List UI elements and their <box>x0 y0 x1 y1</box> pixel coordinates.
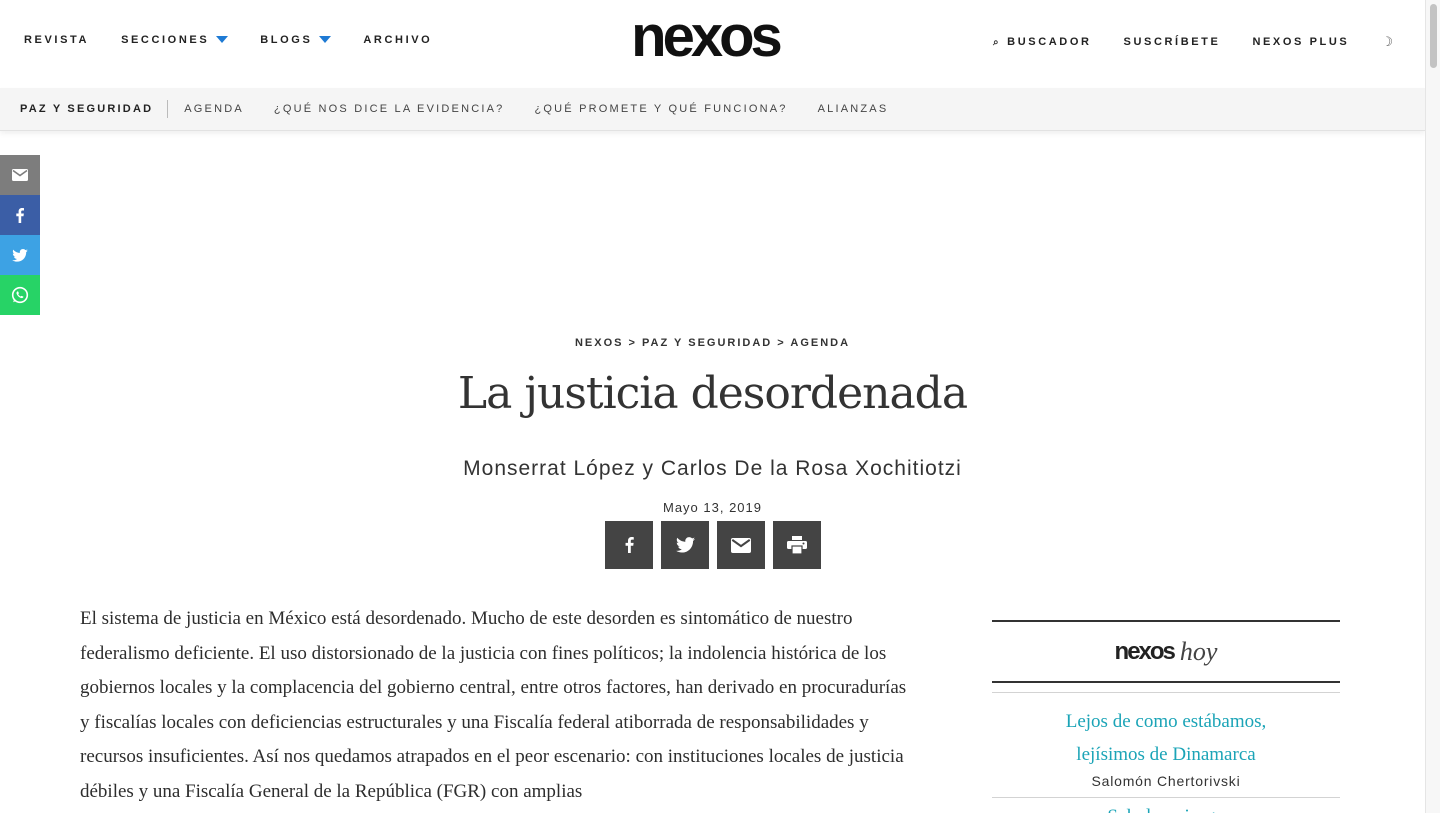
float-share-email-button[interactable] <box>0 155 40 195</box>
sidebar-article[interactable]: Lejos de como estábamos, lejísimos de Di… <box>992 692 1340 797</box>
breadcrumb[interactable]: NEXOS > PAZ Y SEGURIDAD > AGENDA <box>0 337 1425 349</box>
section-subnav: PAZ Y SEGURIDAD AGENDA ¿QUÉ NOS DICE LA … <box>0 88 1425 131</box>
print-icon <box>787 536 807 554</box>
share-twitter-button[interactable] <box>661 521 709 569</box>
subnav-item-alianzas[interactable]: ALIANZAS <box>818 103 889 115</box>
site-logo[interactable]: nexos <box>617 8 793 66</box>
float-share-twitter-button[interactable] <box>0 235 40 275</box>
float-share-facebook-button[interactable] <box>0 195 40 235</box>
utility-nav: ⌕ BUSCADOR SUSCRÍBETE NEXOS PLUS ☽ <box>961 34 1393 50</box>
nav-revista[interactable]: REVISTA <box>24 34 89 46</box>
nav-blogs[interactable]: BLOGS <box>260 34 332 46</box>
caret-down-icon <box>319 36 332 43</box>
search-label: BUSCADOR <box>1007 36 1092 48</box>
subnav-item-evidencia[interactable]: ¿QUÉ NOS DICE LA EVIDENCIA? <box>274 103 505 115</box>
sidebar-logo: nexos <box>1114 637 1176 665</box>
float-share-whatsapp-button[interactable] <box>0 275 40 315</box>
caret-down-icon <box>216 36 229 43</box>
subnav-section-title[interactable]: PAZ Y SEGURIDAD <box>20 100 169 118</box>
subscribe-link[interactable]: SUSCRÍBETE <box>1124 36 1221 48</box>
page-scrollbar[interactable] <box>1425 0 1440 813</box>
sidebar-article-author[interactable]: Salomón Chertorivski <box>992 773 1340 789</box>
moon-icon[interactable]: ☽ <box>1381 34 1393 50</box>
nexos-plus-label: NEXOS PLUS <box>1252 36 1350 48</box>
facebook-icon <box>16 207 24 223</box>
site-header: REVISTA SECCIONES BLOGS ARCHIVO nexos ⌕ … <box>0 0 1425 88</box>
twitter-icon <box>12 248 28 262</box>
subscribe-label: SUSCRÍBETE <box>1123 36 1221 48</box>
nav-label: BLOGS <box>260 34 313 46</box>
sidebar-article-title-line[interactable]: Salud en riesgo <box>992 804 1340 813</box>
sidebar-hoy-label: hoy <box>1179 636 1218 666</box>
floating-share-bar <box>0 155 40 315</box>
email-icon <box>731 537 751 553</box>
nav-label: REVISTA <box>24 34 90 46</box>
share-facebook-button[interactable] <box>605 521 653 569</box>
nav-label: SECCIONES <box>121 34 210 46</box>
main-nav: REVISTA SECCIONES BLOGS ARCHIVO <box>24 34 464 46</box>
twitter-icon <box>675 537 695 553</box>
sidebar-article[interactable]: Salud en riesgo <box>992 797 1340 813</box>
scrollbar-thumb[interactable] <box>1430 4 1437 68</box>
article-share-row <box>605 521 821 569</box>
nav-archivo[interactable]: ARCHIVO <box>363 34 432 46</box>
nav-label: ARCHIVO <box>363 34 433 46</box>
search-link[interactable]: ⌕ BUSCADOR <box>993 36 1092 48</box>
nexos-hoy-sidebar: nexos hoy Lejos de como estábamos, lejís… <box>992 620 1340 813</box>
article-date: Mayo 13, 2019 <box>662 500 762 515</box>
sidebar-header: nexos hoy <box>992 620 1340 683</box>
facebook-icon <box>625 537 634 553</box>
share-email-button[interactable] <box>717 521 765 569</box>
share-print-button[interactable] <box>773 521 821 569</box>
sidebar-article-title-line[interactable]: lejísimos de Dinamarca <box>992 738 1340 771</box>
nav-secciones[interactable]: SECCIONES <box>121 34 229 46</box>
subnav-item-agenda[interactable]: AGENDA <box>184 103 244 115</box>
nexos-plus-link[interactable]: NEXOS PLUS <box>1252 36 1349 48</box>
article-authors[interactable]: Monserrat López y Carlos De la Rosa Xoch… <box>0 457 1425 481</box>
email-icon <box>12 169 28 181</box>
article-title: La justicia desordenada <box>457 368 968 419</box>
whatsapp-icon <box>11 286 29 304</box>
sidebar-article-title-line[interactable]: Lejos de como estábamos, <box>992 705 1340 738</box>
subnav-item-promete[interactable]: ¿QUÉ PROMETE Y QUÉ FUNCIONA? <box>534 103 787 115</box>
article-body: El sistema de justicia en México está de… <box>80 608 907 802</box>
search-icon: ⌕ <box>992 36 1002 48</box>
